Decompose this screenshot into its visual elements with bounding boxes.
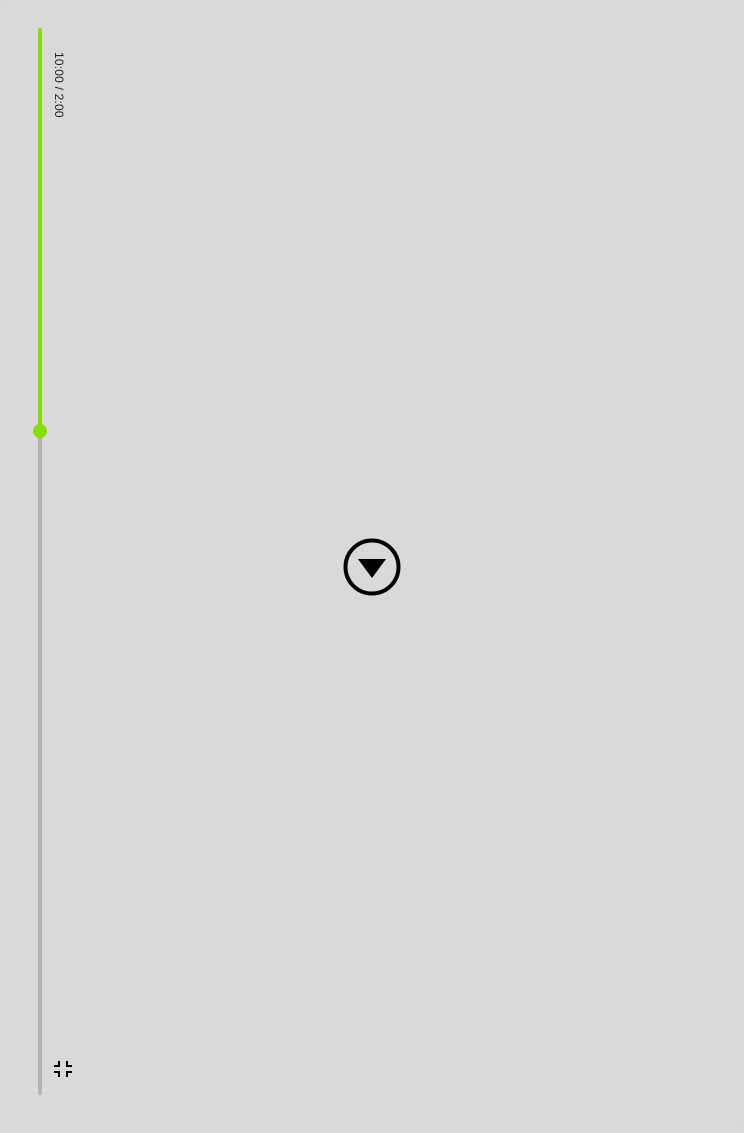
progress-track[interactable] xyxy=(33,28,47,1095)
progress-handle[interactable] xyxy=(33,424,47,438)
play-button[interactable] xyxy=(343,538,401,596)
exit-fullscreen-button[interactable] xyxy=(53,1060,73,1078)
exit-fullscreen-icon xyxy=(54,1061,72,1077)
video-player: 10:00 / 2:00 xyxy=(0,0,744,1133)
time-display: 10:00 / 2:00 xyxy=(52,52,66,118)
play-circle-icon xyxy=(343,538,401,596)
progress-fill xyxy=(38,28,42,431)
